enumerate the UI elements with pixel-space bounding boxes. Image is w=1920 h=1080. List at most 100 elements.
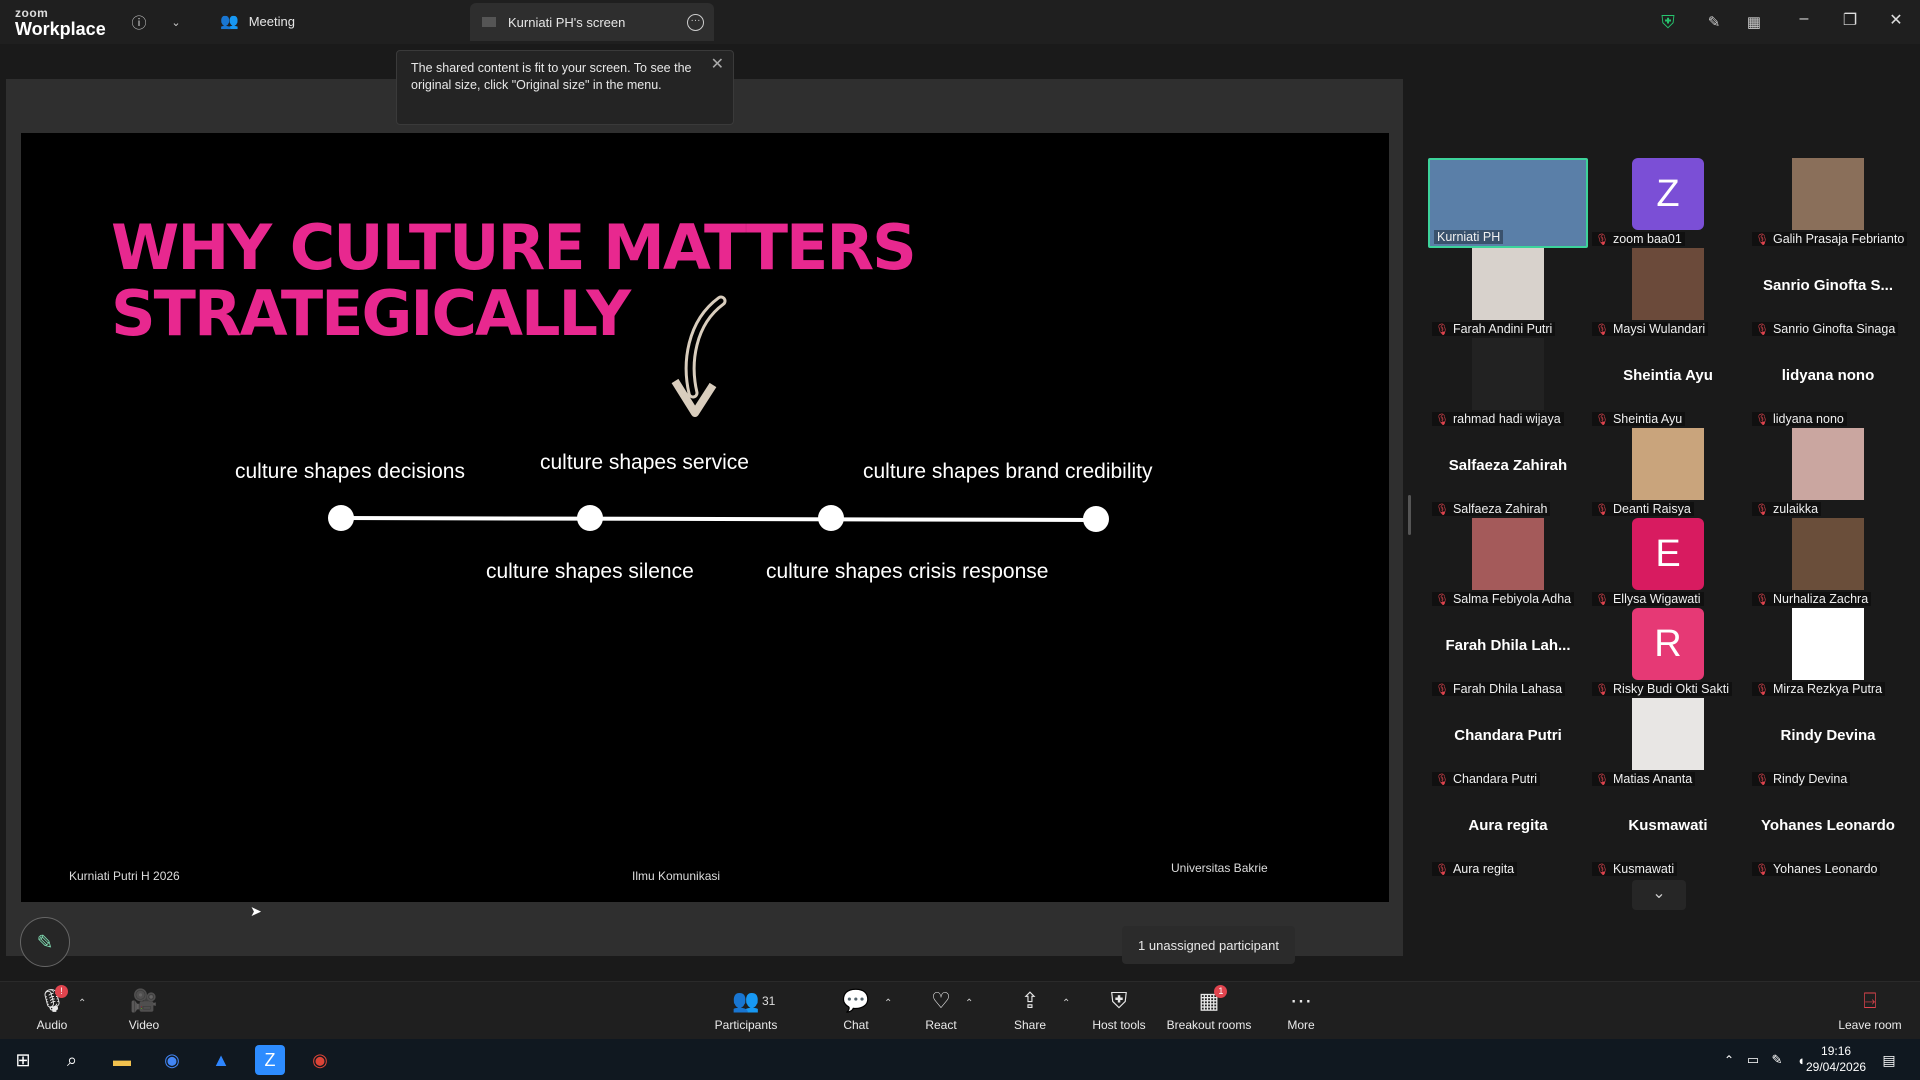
layout-icon[interactable]: ▦ <box>1742 10 1766 34</box>
unassigned-participant-notice[interactable]: 1 unassigned participant <box>1122 926 1295 964</box>
zoom-app-icon[interactable]: Z <box>255 1045 285 1075</box>
participant-name-label: 🎙 Yohanes Leonardo <box>1752 862 1881 876</box>
participant-tile[interactable]: 🎙 zulaikka <box>1748 428 1908 518</box>
file-explorer-icon[interactable]: ▬ <box>107 1045 137 1075</box>
audio-options-caret[interactable]: ⌃ <box>78 998 86 1009</box>
participant-video <box>1792 518 1864 590</box>
participant-tile[interactable]: 🎙 Galih Prasaja Febrianto <box>1748 158 1908 248</box>
screen-tab-label: Kurniati PH's screen <box>508 14 626 30</box>
participant-tile[interactable]: 🎙 Nurhaliza Zachra <box>1748 518 1908 608</box>
participant-tile[interactable]: Sheintia Ayu 🎙 Sheintia Ayu <box>1588 338 1748 428</box>
mic-muted-icon: 🎙 <box>1435 773 1449 786</box>
info-icon[interactable]: ⓘ <box>127 10 151 34</box>
pen-icon[interactable]: ✎ <box>1702 10 1726 34</box>
chat-button[interactable]: 💬 Chat <box>811 988 901 1032</box>
participant-tile[interactable]: 🎙 Matias Ananta <box>1588 698 1748 788</box>
mouse-cursor-icon: ➤ <box>250 903 262 919</box>
breakout-rooms-button[interactable]: ▦ 1 Breakout rooms <box>1164 985 1254 1032</box>
participant-tile[interactable]: Kusmawati 🎙 Kusmawati <box>1588 788 1748 878</box>
mic-muted-icon: 🎙 <box>1755 233 1769 246</box>
participant-tile[interactable]: Chandara Putri 🎙 Chandara Putri <box>1428 698 1588 788</box>
video-button[interactable]: 🎥 Video <box>99 988 189 1032</box>
participant-tile[interactable]: Kurniati PH <box>1428 158 1588 248</box>
participant-tile[interactable]: 🎙 rahmad hadi wijaya <box>1428 338 1588 428</box>
share-options-caret[interactable]: ⌃ <box>1062 998 1070 1009</box>
audio-button[interactable]: 🎙! Audio <box>7 985 97 1032</box>
participant-tile[interactable]: lidyana nono 🎙 lidyana nono <box>1748 338 1908 428</box>
participants-button[interactable]: 👥 Participants <box>701 988 791 1032</box>
chat-icon: 💬 <box>842 988 870 1013</box>
participant-name-label: 🎙 Sanrio Ginofta Sinaga <box>1752 322 1899 336</box>
pencil-icon: ✎ <box>36 931 54 954</box>
participant-display-name: Kusmawati <box>1628 817 1708 834</box>
participant-name-label: 🎙 Aura regita <box>1432 862 1518 876</box>
participant-tile[interactable]: Rindy Devina 🎙 Rindy Devina <box>1748 698 1908 788</box>
participant-tile[interactable]: Salfaeza Zahirah 🎙 Salfaeza Zahirah <box>1428 428 1588 518</box>
close-icon[interactable]: ✕ <box>711 56 724 73</box>
notifications-icon[interactable]: ▤ <box>1874 1045 1904 1075</box>
leave-room-button[interactable]: ⍈ Leave room <box>1825 988 1915 1032</box>
participant-name-label: 🎙 Ellysa Wigawati <box>1592 592 1704 606</box>
mic-muted-icon: 🎙 <box>1435 413 1449 426</box>
chat-label: Chat <box>843 1018 869 1032</box>
shared-screen-tab[interactable]: Kurniati PH's screen ··· <box>470 3 714 41</box>
participant-display-name: Sheintia Ayu <box>1623 367 1713 384</box>
share-screen-icon: ⇪ <box>1020 988 1040 1013</box>
mic-muted-icon: 🎙 <box>1595 503 1609 516</box>
participant-video <box>1472 248 1544 320</box>
meeting-tab[interactable]: 👥 Meeting <box>220 12 295 30</box>
search-icon[interactable]: ⌕ <box>57 1045 87 1075</box>
taskbar-clock[interactable]: 19:16 29/04/2026 <box>1806 1043 1866 1075</box>
participant-tile[interactable]: 🎙 Maysi Wulandari <box>1588 248 1748 338</box>
shield-icon[interactable]: ⛨ <box>1656 10 1680 34</box>
chevron-down-icon[interactable]: ⌄ <box>1632 880 1686 910</box>
chrome-icon[interactable]: ◉ <box>157 1045 187 1075</box>
participant-tile[interactable]: 🎙 Mirza Rezkya Putra <box>1748 608 1908 698</box>
chevron-down-icon[interactable]: ⌄ <box>164 10 188 34</box>
react-label: React <box>925 1018 957 1032</box>
panel-resize-handle[interactable] <box>1408 495 1411 535</box>
mic-muted-icon: 🎙 <box>1595 413 1609 426</box>
participant-tile[interactable]: Aura regita 🎙 Aura regita <box>1428 788 1588 878</box>
annotate-button[interactable]: ✎ <box>20 917 70 967</box>
share-button[interactable]: ⇪ Share <box>985 988 1075 1032</box>
breakout-badge: 1 <box>1214 985 1228 998</box>
close-icon[interactable]: ✕ <box>1881 10 1911 30</box>
participant-name: Mirza Rezkya Putra <box>1772 682 1883 696</box>
participant-display-name: Salfaeza Zahirah <box>1448 457 1568 474</box>
participant-display-name: Sanrio Ginofta S... <box>1762 277 1893 294</box>
react-options-caret[interactable]: ⌃ <box>965 998 973 1009</box>
more-options-icon[interactable]: ··· <box>687 14 704 31</box>
mic-muted-icon: 🎙 <box>1435 323 1449 336</box>
app-icon[interactable]: ▲ <box>206 1045 236 1075</box>
participant-name: Deanti Raisya <box>1612 502 1691 516</box>
participant-name-label: 🎙 Farah Dhila Lahasa <box>1432 682 1566 696</box>
minimize-icon[interactable]: – <box>1789 10 1819 28</box>
chrome-profile-icon[interactable]: ◉ <box>305 1045 335 1075</box>
participant-video <box>1472 518 1544 590</box>
participant-tile[interactable]: Yohanes Leonardo 🎙 Yohanes Leonardo <box>1748 788 1908 878</box>
logo-small-text: zoom <box>15 6 49 20</box>
windows-start-icon[interactable]: ⊞ <box>8 1045 38 1075</box>
participant-name: Sheintia Ayu <box>1612 412 1683 426</box>
participant-tile[interactable]: 🎙 Deanti Raisya <box>1588 428 1748 518</box>
participant-tile[interactable]: Farah Dhila Lah... 🎙 Farah Dhila Lahasa <box>1428 608 1588 698</box>
react-button[interactable]: ♡ React <box>896 988 986 1032</box>
participant-name-label: 🎙 Rindy Devina <box>1752 772 1851 786</box>
more-button[interactable]: ⋯ More <box>1256 988 1346 1032</box>
timeline-node <box>328 505 354 531</box>
microphone-icon: 🎙! <box>38 985 68 1013</box>
participant-tile[interactable]: R 🎙 Risky Budi Okti Sakti <box>1588 608 1748 698</box>
participant-tile[interactable]: Sanrio Ginofta S... 🎙 Sanrio Ginofta Sinag… <box>1748 248 1908 338</box>
participant-name: Yohanes Leonardo <box>1772 862 1878 876</box>
participant-tile[interactable]: 🎙 Salma Febiyola Adha <box>1428 518 1588 608</box>
fit-screen-notification: The shared content is fit to your screen… <box>396 50 734 125</box>
chat-options-caret[interactable]: ⌃ <box>884 998 892 1009</box>
mic-muted-icon: 🎙 <box>1435 683 1449 696</box>
host-tools-button[interactable]: ⛨ Host tools <box>1074 988 1164 1032</box>
restore-icon[interactable]: ❐ <box>1835 10 1865 30</box>
participant-tile[interactable]: E 🎙 Ellysa Wigawati <box>1588 518 1748 608</box>
participant-tile[interactable]: 🎙 Farah Andini Putri <box>1428 248 1588 338</box>
participant-tile[interactable]: Z 🎙 zoom baa01 <box>1588 158 1748 248</box>
timeline-node <box>577 505 603 531</box>
